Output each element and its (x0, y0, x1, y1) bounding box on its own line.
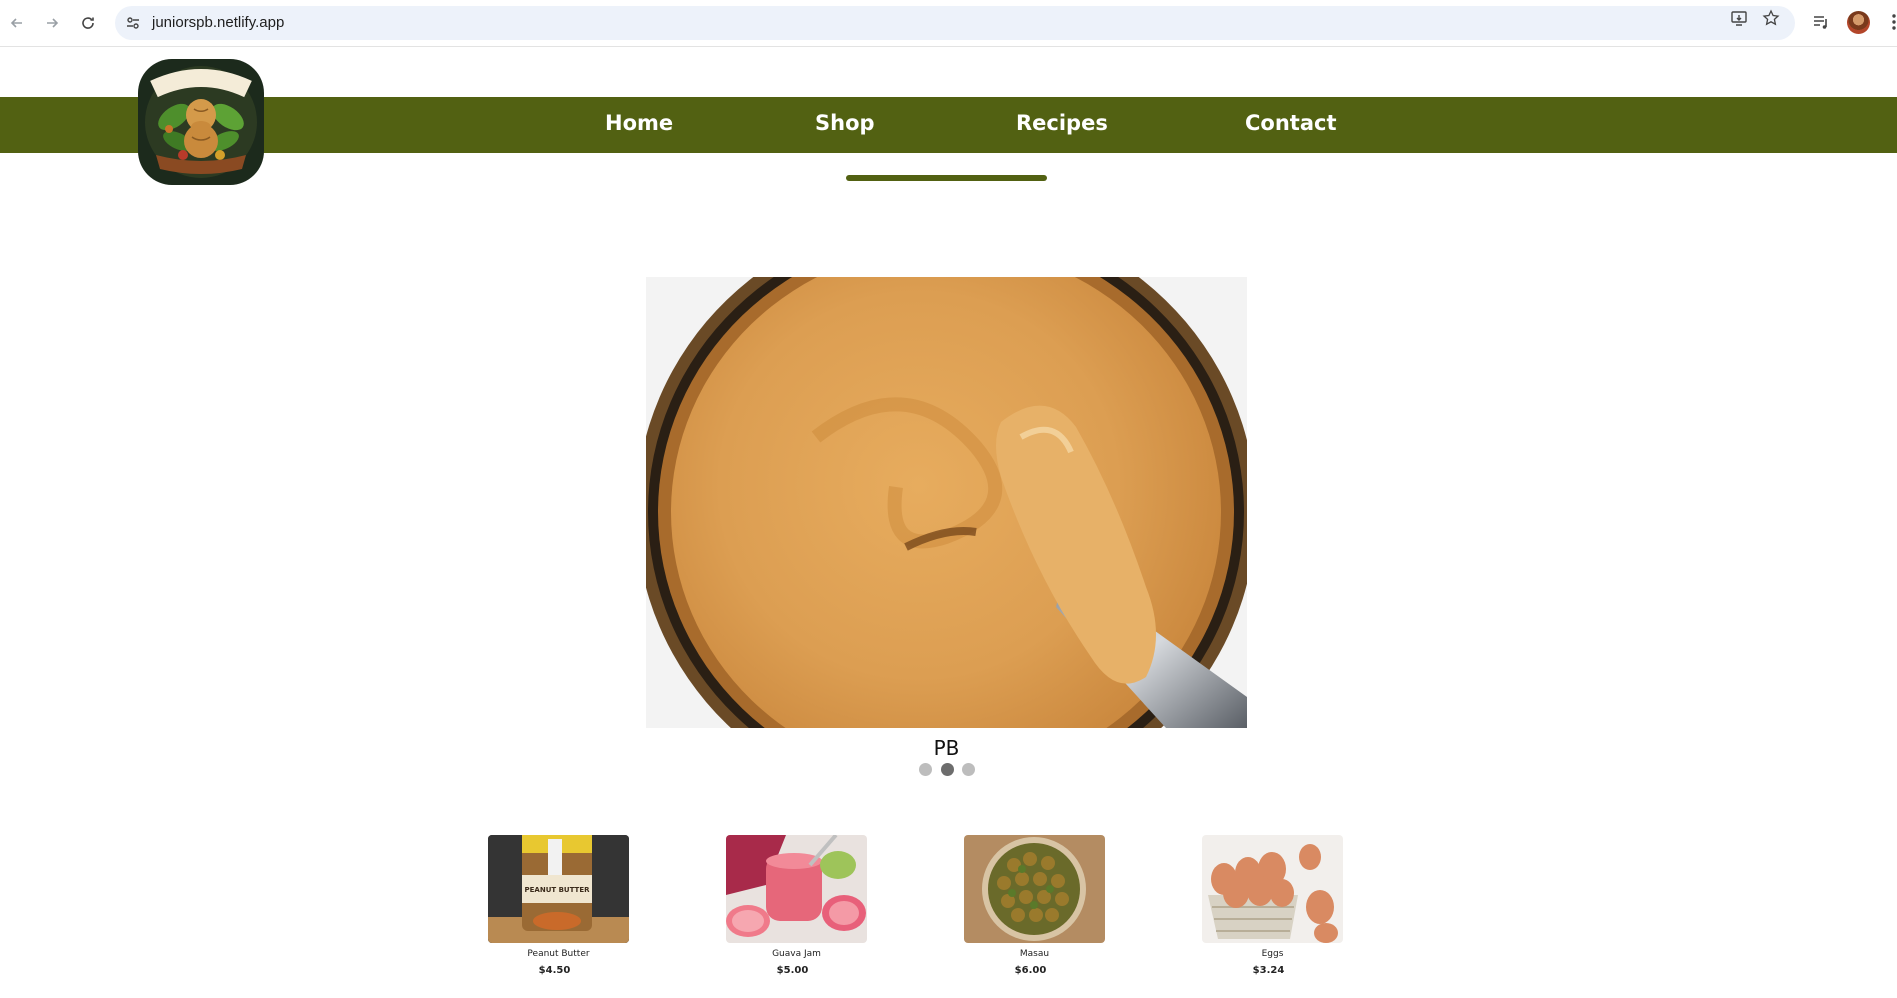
nav-home[interactable]: Home (605, 111, 673, 135)
reload-icon[interactable] (77, 12, 99, 34)
browser-toolbar: juniorspb.netlify.app (0, 0, 1897, 47)
profile-avatar[interactable] (1847, 11, 1870, 34)
site-logo[interactable] (138, 59, 264, 185)
bookmark-star-icon[interactable] (1762, 9, 1780, 27)
main-navbar: Home Shop Recipes Contact (0, 97, 1897, 153)
product-price: $6.00 (1014, 965, 1047, 976)
more-menu-icon[interactable] (1884, 12, 1897, 32)
media-controls-icon[interactable] (1811, 12, 1831, 32)
address-bar[interactable]: juniorspb.netlify.app (115, 6, 1795, 40)
site-settings-icon[interactable] (125, 15, 141, 31)
product-image-guava-jam[interactable] (726, 835, 867, 943)
carousel-image[interactable] (646, 277, 1247, 728)
carousel-dot-2[interactable] (941, 763, 954, 776)
install-app-icon[interactable] (1730, 9, 1748, 27)
active-nav-indicator (846, 175, 1047, 181)
nav-recipes[interactable]: Recipes (1016, 111, 1108, 135)
forward-icon[interactable] (41, 12, 63, 34)
carousel-caption: PB (933, 736, 960, 760)
product-price: $3.24 (1252, 965, 1285, 976)
back-icon[interactable] (6, 12, 28, 34)
product-name[interactable]: Masau (964, 949, 1105, 959)
product-price: $5.00 (776, 965, 809, 976)
product-price: $4.50 (538, 965, 571, 976)
product-name[interactable]: Guava Jam (726, 949, 867, 959)
nav-shop[interactable]: Shop (815, 111, 875, 135)
product-image-peanut-butter[interactable]: PEANUT BUTTER (488, 835, 629, 943)
product-name[interactable]: Peanut Butter (488, 949, 629, 959)
product-image-eggs[interactable] (1202, 835, 1343, 943)
carousel-dot-3[interactable] (962, 763, 975, 776)
svg-text:PEANUT BUTTER: PEANUT BUTTER (525, 886, 591, 894)
product-image-masau[interactable] (964, 835, 1105, 943)
product-name[interactable]: Eggs (1202, 949, 1343, 959)
url-text[interactable]: juniorspb.netlify.app (152, 14, 284, 31)
peanut-butter-jar-image (646, 277, 1247, 728)
nav-contact[interactable]: Contact (1245, 111, 1337, 135)
carousel-dot-1[interactable] (919, 763, 932, 776)
